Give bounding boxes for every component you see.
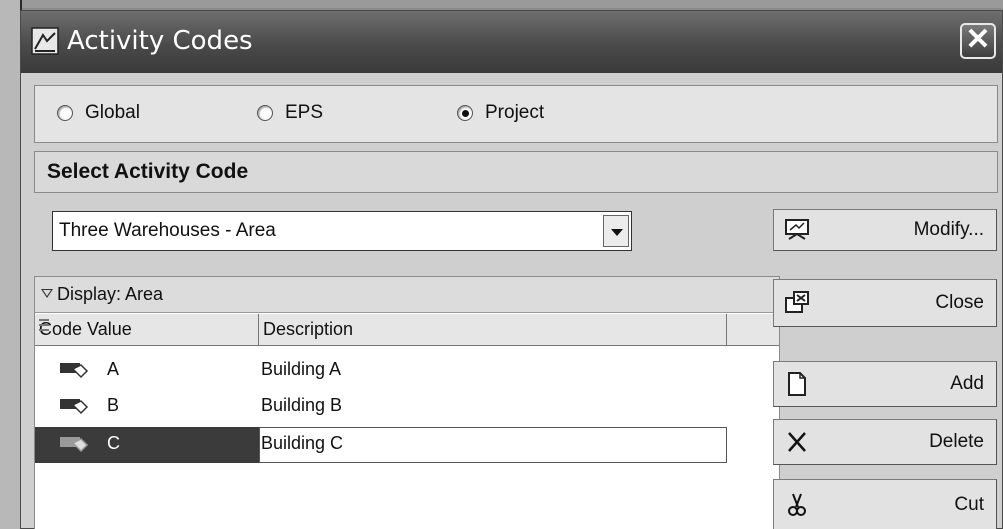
modify-button-label: Modify... — [913, 219, 984, 240]
delete-button[interactable]: Delete — [773, 419, 997, 465]
select-activity-code-header: Select Activity Code — [34, 151, 998, 193]
cut-button-label: Cut — [954, 493, 984, 515]
display-label: Display: Area — [57, 284, 164, 304]
code-tag-icon — [60, 399, 89, 415]
activity-codes-dialog: Activity Codes ✕ Global EPS Project Sele… — [20, 10, 1003, 529]
dropdown-arrow-icon[interactable] — [603, 215, 629, 247]
background-window-edge — [0, 0, 22, 529]
radio-project[interactable]: Project — [457, 100, 544, 126]
description-cell[interactable]: Building A — [261, 359, 341, 380]
column-header-code-value[interactable]: Code Value — [35, 314, 259, 346]
code-value-cell[interactable]: A — [35, 353, 259, 389]
radio-global-label: Global — [85, 102, 140, 123]
radio-project-label: Project — [485, 102, 545, 123]
dropdown-selected-value: Three Warehouses - Area — [59, 220, 276, 241]
close-button-label: Close — [935, 292, 984, 313]
code-tag-icon — [60, 437, 89, 453]
description-cell[interactable]: Building C — [261, 433, 343, 454]
column-header-description[interactable]: Description — [259, 314, 727, 346]
triangle-down-icon[interactable] — [41, 289, 53, 298]
window-close-button[interactable]: ✕ — [960, 23, 996, 59]
radio-eps-indicator[interactable] — [257, 105, 273, 121]
sort-icon — [39, 319, 49, 331]
background-window-top — [22, 0, 1003, 8]
code-value-text: A — [107, 359, 120, 379]
column-header-code-value-label: Code Value — [39, 319, 132, 339]
table-row[interactable]: A Building A — [35, 353, 779, 389]
section-heading: Select Activity Code — [47, 160, 249, 183]
code-value-text: B — [107, 395, 120, 415]
add-button[interactable]: Add — [773, 361, 997, 407]
code-value-cell[interactable]: B — [35, 389, 259, 425]
add-button-label: Add — [950, 373, 984, 394]
activity-codes-icon — [31, 27, 59, 55]
activity-code-dropdown[interactable]: Three Warehouses - Area — [52, 211, 632, 251]
column-header-filler — [727, 314, 779, 346]
radio-global-indicator[interactable] — [57, 105, 73, 121]
cut-button[interactable]: Cut — [773, 479, 997, 529]
title-bar[interactable]: Activity Codes ✕ — [21, 11, 1002, 73]
code-value-text: C — [107, 433, 120, 453]
description-cell[interactable]: Building B — [261, 395, 342, 416]
delete-button-label: Delete — [929, 431, 984, 452]
table-row[interactable]: B Building B — [35, 389, 779, 425]
dialog-title: Activity Codes — [67, 26, 253, 56]
close-button[interactable]: Close — [773, 279, 997, 327]
radio-eps[interactable]: EPS — [257, 100, 323, 126]
activity-code-values-list: Display: Area Code Value Description A B… — [34, 276, 780, 529]
radio-eps-label: EPS — [285, 102, 324, 123]
modify-button[interactable]: Modify... — [773, 209, 997, 251]
display-options-bar[interactable]: Display: Area — [35, 277, 779, 313]
scope-radio-group: Global EPS Project — [34, 85, 998, 143]
code-value-cell[interactable]: C — [35, 427, 259, 463]
code-tag-icon — [60, 363, 89, 379]
radio-project-indicator[interactable] — [457, 105, 473, 121]
table-row-selected[interactable]: C Building C — [35, 427, 779, 463]
radio-global[interactable]: Global — [57, 100, 140, 126]
column-header-description-label: Description — [263, 319, 354, 339]
